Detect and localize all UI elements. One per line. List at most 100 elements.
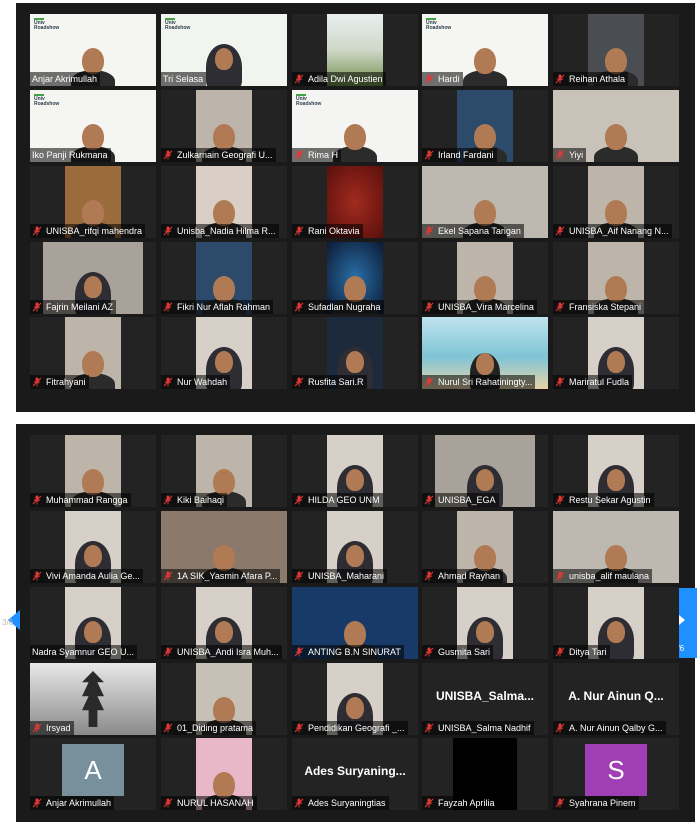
participant-tile[interactable]: Gusmita Sari [422, 587, 548, 659]
mic-muted-icon [424, 647, 434, 657]
participant-tile[interactable]: unisba_alif maulana [553, 511, 679, 583]
participant-tile[interactable]: UNISBA_EGA [422, 435, 548, 507]
participant-name: Reihan Athala [569, 74, 626, 84]
participant-tile[interactable]: Pendidikan Geografi _... [292, 663, 418, 735]
participant-tile[interactable]: Fajrin Meilani AZ [30, 242, 156, 314]
participant-tile[interactable]: Reihan Athala [553, 14, 679, 86]
participant-name: Adila Dwi Agustien [308, 74, 383, 84]
participant-tile[interactable]: A. Nur Ainun Q... A. Nur Ainun Qalby G... [553, 663, 679, 735]
participant-name-bar: Irsyad [30, 721, 74, 735]
participant-tile[interactable]: Rusfita Sari.R [292, 317, 418, 389]
participant-tile[interactable]: HILDA GEO UNM [292, 435, 418, 507]
participant-name: UNISBA_Andi Isra Muh... [177, 647, 279, 657]
participant-name: Irland Fardani [438, 150, 494, 160]
participant-tile[interactable]: Sufadlan Nugraha [292, 242, 418, 314]
participant-tile[interactable]: Ahmad Rayhan [422, 511, 548, 583]
participant-name-bar: Ekel Sapana Tarigan [422, 224, 524, 238]
mic-muted-icon [555, 74, 565, 84]
participant-name-bar: Unisba_Nadia Hilma R... [161, 224, 279, 238]
participant-tile[interactable]: Univ Roadshow Hardi [422, 14, 548, 86]
mic-muted-icon [32, 798, 42, 808]
mic-muted-icon [163, 647, 173, 657]
participant-tile[interactable]: Adila Dwi Agustien [292, 14, 418, 86]
participant-name-bar: 01_Diding pratama [161, 721, 257, 735]
participant-tile[interactable]: Univ Roadshow Iko Panji Rukmana [30, 90, 156, 162]
participant-name-bar: Fayzah Aprilia [422, 796, 498, 810]
participant-name: UNISBA_EGA [438, 495, 496, 505]
participant-tile[interactable]: NURUL HASANAH [161, 738, 287, 810]
participant-name: UNISBA_Maharani [308, 571, 385, 581]
mic-muted-icon [424, 150, 434, 160]
participant-name: Rani Oktavia [308, 226, 360, 236]
participant-tile[interactable]: Nadra Syamnur GEO U... [30, 587, 156, 659]
participant-name-bar: Sufadlan Nugraha [292, 300, 384, 314]
participant-tile[interactable]: Restu Sekar Agustin [553, 435, 679, 507]
participant-tile[interactable]: Dityа Tari [553, 587, 679, 659]
participant-name: Vivi Amanda Aulia Ge... [46, 571, 140, 581]
mic-muted-icon [424, 302, 434, 312]
participant-name: Fransiska Stepani [569, 302, 642, 312]
participant-tile[interactable]: UNISBA_Vira Marcelina [422, 242, 548, 314]
participant-tile[interactable]: ANTING B.N SINURAT [292, 587, 418, 659]
participant-name: Yiyi [569, 150, 584, 160]
participant-tile[interactable]: UNISBA_Salma... UNISBA_Salma Nadhif [422, 663, 548, 735]
participant-tile[interactable]: Kiki Baihaqi [161, 435, 287, 507]
participant-tile[interactable]: S Syahrana Pinem [553, 738, 679, 810]
participant-tile[interactable]: A Anjar Akrimullah [30, 738, 156, 810]
participant-tile[interactable]: Nurul Sri Rahatiningty... [422, 317, 548, 389]
mic-muted-icon [424, 723, 434, 733]
mic-muted-icon [424, 495, 434, 505]
participant-name-bar: HILDA GEO UNM [292, 493, 383, 507]
participant-name-bar: Hardi [422, 72, 463, 86]
participant-display-name: UNISBA_Salma... [435, 689, 535, 703]
participant-tile[interactable]: Irland Fardani [422, 90, 548, 162]
participant-name: Nadra Syamnur GEO U... [32, 647, 135, 657]
participant-tile[interactable]: Fikri Nur Aflah Rahman [161, 242, 287, 314]
participant-tile[interactable]: UNISBA_Aif Nanang N... [553, 166, 679, 238]
participant-tile[interactable]: Rani Oktavia [292, 166, 418, 238]
participant-tile[interactable]: Vivi Amanda Aulia Ge... [30, 511, 156, 583]
participant-name-bar: Rima H [292, 148, 342, 162]
participant-tile[interactable]: Muhammad Rangga [30, 435, 156, 507]
participant-tile[interactable]: Mariratul Fudla [553, 317, 679, 389]
participant-tile[interactable]: Univ Roadshow Tri Selasa [161, 14, 287, 86]
participant-tile[interactable]: Ades Suryaning... Ades Suryaningtias [292, 738, 418, 810]
participant-name: unisba_alif maulana [569, 571, 650, 581]
mic-muted-icon [32, 495, 42, 505]
participant-tile[interactable]: Unisba_Nadia Hilma R... [161, 166, 287, 238]
participant-tile[interactable]: 01_Diding pratama [161, 663, 287, 735]
participant-name-bar: Ades Suryaningtias [292, 796, 389, 810]
participant-name-bar: Tri Selasa [161, 72, 207, 86]
participant-tile[interactable]: UNISBA_Andi Isra Muh... [161, 587, 287, 659]
participant-name: Sufadlan Nugraha [308, 302, 381, 312]
participant-tile[interactable]: Zulkarnain Geografi U... [161, 90, 287, 162]
participant-tile[interactable]: UNISBA_Maharani [292, 511, 418, 583]
participant-tile[interactable]: Univ Roadshow Rima H [292, 90, 418, 162]
participant-tile[interactable]: Irsyad [30, 663, 156, 735]
mic-muted-icon [424, 74, 434, 84]
participant-name-bar: Irland Fardani [422, 148, 497, 162]
participant-tile[interactable]: Fayzah Aprilia [422, 738, 548, 810]
participant-tile[interactable]: Univ Roadshow Anjar Akrimullah [30, 14, 156, 86]
participant-name-bar: Fajrin Meilani AZ [30, 300, 117, 314]
participant-name: Mariratul Fudla [569, 377, 630, 387]
participant-name: 1A SIK_Yasmin Afara P... [177, 571, 278, 581]
university-logo: Univ Roadshow [426, 18, 456, 32]
participant-tile[interactable]: Nur Wahdah [161, 317, 287, 389]
participant-tile[interactable]: UNISBA_rifqi mahendra [30, 166, 156, 238]
participant-tile[interactable]: Ekel Sapana Tarigan [422, 166, 548, 238]
participant-name-bar: Rani Oktavia [292, 224, 363, 238]
participant-tile[interactable]: 1A SIK_Yasmin Afara P... [161, 511, 287, 583]
mic-muted-icon [163, 571, 173, 581]
mic-muted-icon [163, 302, 173, 312]
participant-name-bar: Anjar Akrimullah [30, 72, 101, 86]
participant-tile[interactable]: Yiyi [553, 90, 679, 162]
previous-page-button[interactable]: 3/6 [0, 588, 32, 658]
participant-name: Gusmita Sari [438, 647, 491, 657]
participant-tile[interactable]: Fransiska Stepani [553, 242, 679, 314]
participant-display-name: Ades Suryaning... [304, 764, 406, 778]
participant-tile[interactable]: Fitrahyani [30, 317, 156, 389]
participant-name-bar: UNISBA_rifqi mahendra [30, 224, 146, 238]
mic-muted-icon [294, 647, 304, 657]
participant-name: Irsyad [46, 723, 71, 733]
